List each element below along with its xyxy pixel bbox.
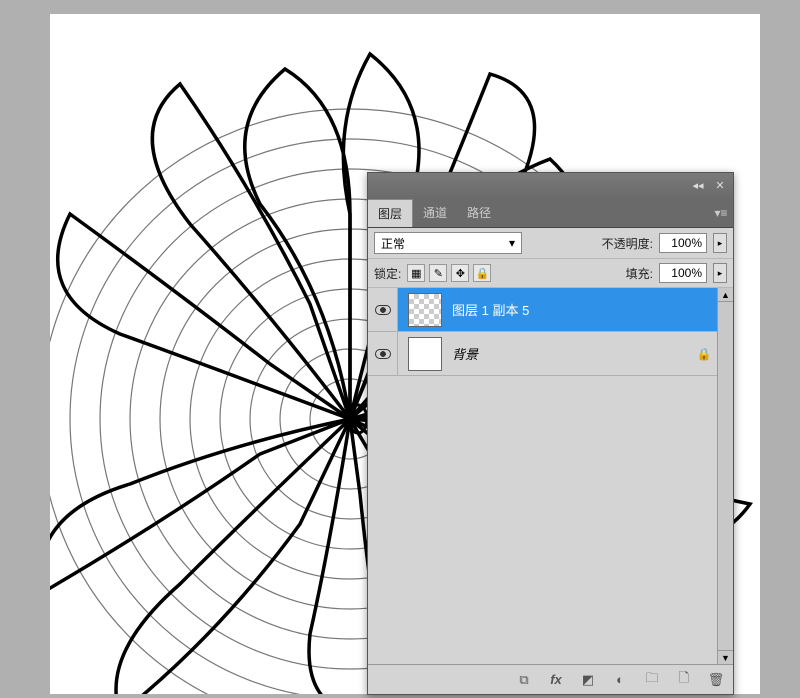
blend-mode-value: 正常 xyxy=(381,235,405,252)
chevron-down-icon: ▾ xyxy=(509,236,515,250)
blend-mode-select[interactable]: 正常 ▾ xyxy=(374,232,522,254)
lock-label: 锁定: xyxy=(374,265,401,282)
fill-slider-button[interactable]: ▸ xyxy=(713,263,727,283)
layer-name[interactable]: 图层 1 副本 5 xyxy=(452,300,717,319)
opacity-value: 100% xyxy=(671,236,702,250)
visibility-toggle[interactable] xyxy=(368,288,398,331)
collapse-icon[interactable]: ◂◂ xyxy=(689,179,707,193)
panel-titlebar[interactable]: ◂◂ ✕ xyxy=(368,173,733,199)
layers-panel: ◂◂ ✕ 图层 通道 路径 ▾≡ 正常 ▾ 不透明度: 100% ▸ 锁定: ▦… xyxy=(367,172,734,695)
add-mask-icon[interactable]: ◩ xyxy=(577,670,599,690)
eye-icon xyxy=(375,305,391,315)
fill-label: 填充: xyxy=(626,265,653,282)
opacity-input[interactable]: 100% xyxy=(659,233,707,253)
layer-thumbnail[interactable] xyxy=(408,293,442,327)
panel-footer: ⧉ fx ◩ ◐ 🗀 🗋 🗑 xyxy=(368,664,733,694)
new-group-icon[interactable]: 🗀 xyxy=(641,670,663,690)
fill-value: 100% xyxy=(671,266,702,280)
opacity-label: 不透明度: xyxy=(602,235,653,252)
eye-icon xyxy=(375,349,391,359)
new-layer-icon[interactable]: 🗋 xyxy=(673,670,695,690)
lock-pixels-icon[interactable]: ✎ xyxy=(429,264,447,282)
tab-paths[interactable]: 路径 xyxy=(457,199,501,227)
lock-fill-row: 锁定: ▦ ✎ ✥ 🔒 填充: 100% ▸ xyxy=(368,259,733,288)
layers-list[interactable]: 图层 1 副本 5 背景 🔒 xyxy=(368,288,717,664)
panel-menu-icon[interactable]: ▾≡ xyxy=(709,199,733,227)
lock-all-icon[interactable]: 🔒 xyxy=(473,264,491,282)
visibility-toggle[interactable] xyxy=(368,332,398,375)
adjustment-layer-icon[interactable]: ◐ xyxy=(609,670,631,690)
blend-opacity-row: 正常 ▾ 不透明度: 100% ▸ xyxy=(368,228,733,259)
fx-icon[interactable]: fx xyxy=(545,670,567,690)
tab-channels[interactable]: 通道 xyxy=(413,199,457,227)
lock-position-icon[interactable]: ✥ xyxy=(451,264,469,282)
layer-row[interactable]: 图层 1 副本 5 xyxy=(368,288,717,332)
link-layers-icon[interactable]: ⧉ xyxy=(513,670,535,690)
layer-name[interactable]: 背景 xyxy=(452,344,691,363)
panel-tabs: 图层 通道 路径 ▾≡ xyxy=(368,199,733,228)
layer-thumbnail[interactable] xyxy=(408,337,442,371)
lock-transparency-icon[interactable]: ▦ xyxy=(407,264,425,282)
tab-layers[interactable]: 图层 xyxy=(368,199,413,227)
layer-row[interactable]: 背景 🔒 xyxy=(368,332,717,376)
scrollbar[interactable]: ▲ ▼ xyxy=(717,288,733,664)
opacity-slider-button[interactable]: ▸ xyxy=(713,233,727,253)
close-icon[interactable]: ✕ xyxy=(711,179,729,193)
delete-layer-icon[interactable]: 🗑 xyxy=(705,670,727,690)
scroll-down-icon[interactable]: ▼ xyxy=(718,650,733,664)
lock-indicator-icon: 🔒 xyxy=(691,347,717,361)
layers-list-area: 图层 1 副本 5 背景 🔒 ▲ ▼ xyxy=(368,288,733,664)
fill-input[interactable]: 100% xyxy=(659,263,707,283)
lock-icons-group: ▦ ✎ ✥ 🔒 xyxy=(407,264,491,282)
scroll-up-icon[interactable]: ▲ xyxy=(718,288,733,302)
